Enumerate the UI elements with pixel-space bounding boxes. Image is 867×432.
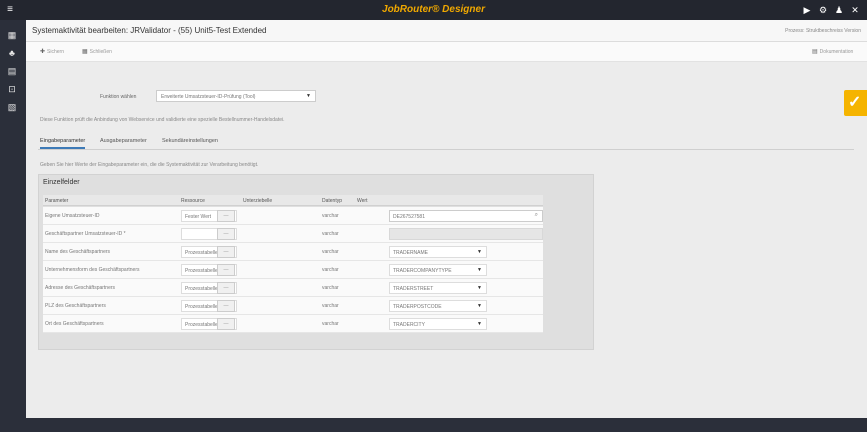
datatype: varchar [322, 213, 339, 219]
chevron-down-icon: ▼ [306, 93, 311, 99]
close-icon[interactable]: ✕ [849, 3, 861, 17]
tab-ausgabeparameter[interactable]: Ausgabeparameter [100, 138, 147, 144]
tab-sekundaereinstellungen[interactable]: Sekundäreinstellungen [162, 138, 218, 144]
datatype: varchar [322, 321, 339, 327]
value-select[interactable]: TRADERNAME ▼ [389, 246, 487, 258]
documentation-button[interactable]: ▤ Dokumentation [812, 48, 853, 55]
parameter-name: Name des Geschäftspartners [45, 249, 111, 255]
apply-button[interactable]: ✓ [844, 90, 867, 116]
function-description: Diese Funktion prüft die Anbindung von W… [40, 117, 285, 123]
value-input[interactable]: DE267527581 ⌕ [389, 210, 543, 222]
save-button[interactable]: ✚ Sichern [40, 48, 64, 55]
table-row: Ort des Geschäftspartners Prozesstabelle… [43, 315, 543, 333]
datatype: varchar [322, 249, 339, 255]
datatype: varchar [322, 231, 339, 237]
parameter-name: Adresse des Geschäftspartners [45, 285, 116, 291]
subtable-select[interactable]: — [217, 246, 235, 258]
table-row: PLZ des Geschäftspartners Prozesstabelle… [43, 297, 543, 315]
bottom-bar [0, 418, 867, 432]
app-title: JobRouter® Designer [382, 4, 485, 15]
column-header: Parameter [45, 198, 69, 204]
einzelfelder-panel: Einzelfelder Parameter Ressource Unterzi… [38, 174, 594, 350]
column-header: Wert [357, 198, 368, 204]
subtable-select[interactable]: — [217, 228, 235, 240]
documentation-icon: ▤ [812, 49, 818, 55]
report-icon[interactable]: ▧ [5, 100, 19, 114]
parameter-name: Geschäftspartner Umsatzsteuer-ID * [45, 231, 126, 237]
window-title: Systemaktivität bearbeiten: JRValidator … [32, 26, 267, 35]
dashboard-icon[interactable]: ▦ [5, 28, 19, 42]
parameter-name: Ort des Geschäftspartners [45, 321, 104, 327]
value-input-disabled [389, 228, 543, 240]
document-icon[interactable]: ▤ [5, 64, 19, 78]
value-select[interactable]: TRADERCITY ▼ [389, 318, 487, 330]
play-icon[interactable]: ▶ [801, 3, 813, 17]
chevron-down-icon: ▼ [477, 267, 482, 273]
window-header: Systemaktivität bearbeiten: JRValidator … [26, 20, 867, 42]
value-select[interactable]: TRADERCOMPANYTYPE ▼ [389, 264, 487, 276]
table-row: Name des Geschäftspartners Prozesstabell… [43, 243, 543, 261]
column-header: Ressource [181, 198, 205, 204]
tab-bar: Eingabeparameter Ausgabeparameter Sekund… [38, 136, 854, 150]
search-icon[interactable]: ⌕ [535, 212, 538, 219]
chevron-down-icon: ▼ [477, 285, 482, 291]
top-bar: ≡ JobRouter® Designer ▶ ⚙ ♟ ✕ [0, 0, 867, 20]
datatype: varchar [322, 267, 339, 273]
subtable-select[interactable]: — [217, 264, 235, 276]
chevron-down-icon: ▼ [477, 303, 482, 309]
column-header: Datentyp [322, 198, 343, 204]
table-row: Geschäftspartner Umsatzsteuer-ID * ▼ — v… [43, 225, 543, 243]
datatype: varchar [322, 303, 339, 309]
close-button[interactable]: ▦ Schließen [82, 48, 112, 55]
subtable-select[interactable]: — [217, 282, 235, 294]
close-window-icon: ▦ [82, 49, 88, 55]
user-icon[interactable]: ♟ [833, 3, 845, 17]
save-icon: ✚ [40, 49, 46, 55]
checkmark-icon: ✓ [848, 94, 862, 111]
tab-note: Geben Sie hier Werte der Eingabeparamete… [40, 162, 259, 168]
table-row: Adresse des Geschäftspartners Prozesstab… [43, 279, 543, 297]
value-select[interactable]: TRADERSTREET ▼ [389, 282, 487, 294]
tab-eingabeparameter[interactable]: Eingabeparameter [40, 138, 86, 149]
search-list-icon[interactable]: ⊡ [5, 82, 19, 96]
panel-title: Einzelfelder [43, 179, 80, 186]
parameter-name: Eigene Umsatzsteuer-ID [45, 213, 100, 219]
datatype: varchar [322, 285, 339, 291]
settings-icon[interactable]: ⚙ [817, 3, 829, 17]
toolbar: ✚ Sichern ▦ Schließen ▤ Dokumentation [26, 42, 867, 62]
table-row: Eigene Umsatzsteuer-ID Fester Wert ▼ — v… [43, 207, 543, 225]
process-info: Prozess: Struktbeschreiss Version [785, 28, 861, 34]
process-icon[interactable]: ♣ [5, 46, 19, 60]
function-select[interactable]: Erweiterte Umsatzsteuer-ID-Prüfung (Tool… [156, 90, 316, 102]
left-sidebar: ▦ ♣ ▤ ⊡ ▧ [0, 20, 24, 432]
table-header: Parameter Ressource Unterziebelle Datent… [43, 195, 543, 206]
subtable-select[interactable]: — [217, 210, 235, 222]
parameter-name: Unternehmensform des Geschäftspartners [45, 267, 140, 273]
chevron-down-icon: ▼ [477, 321, 482, 327]
value-select[interactable]: TRADERPOSTCODE ▼ [389, 300, 487, 312]
function-select-label: Funktion wählen [100, 94, 137, 100]
subtable-select[interactable]: — [217, 318, 235, 330]
table-row: Unternehmensform des Geschäftspartners P… [43, 261, 543, 279]
subtable-select[interactable]: — [217, 300, 235, 312]
main-window: Systemaktivität bearbeiten: JRValidator … [26, 20, 867, 418]
column-header: Unterziebelle [243, 198, 273, 204]
chevron-down-icon: ▼ [477, 249, 482, 255]
parameter-name: PLZ des Geschäftspartners [45, 303, 106, 309]
